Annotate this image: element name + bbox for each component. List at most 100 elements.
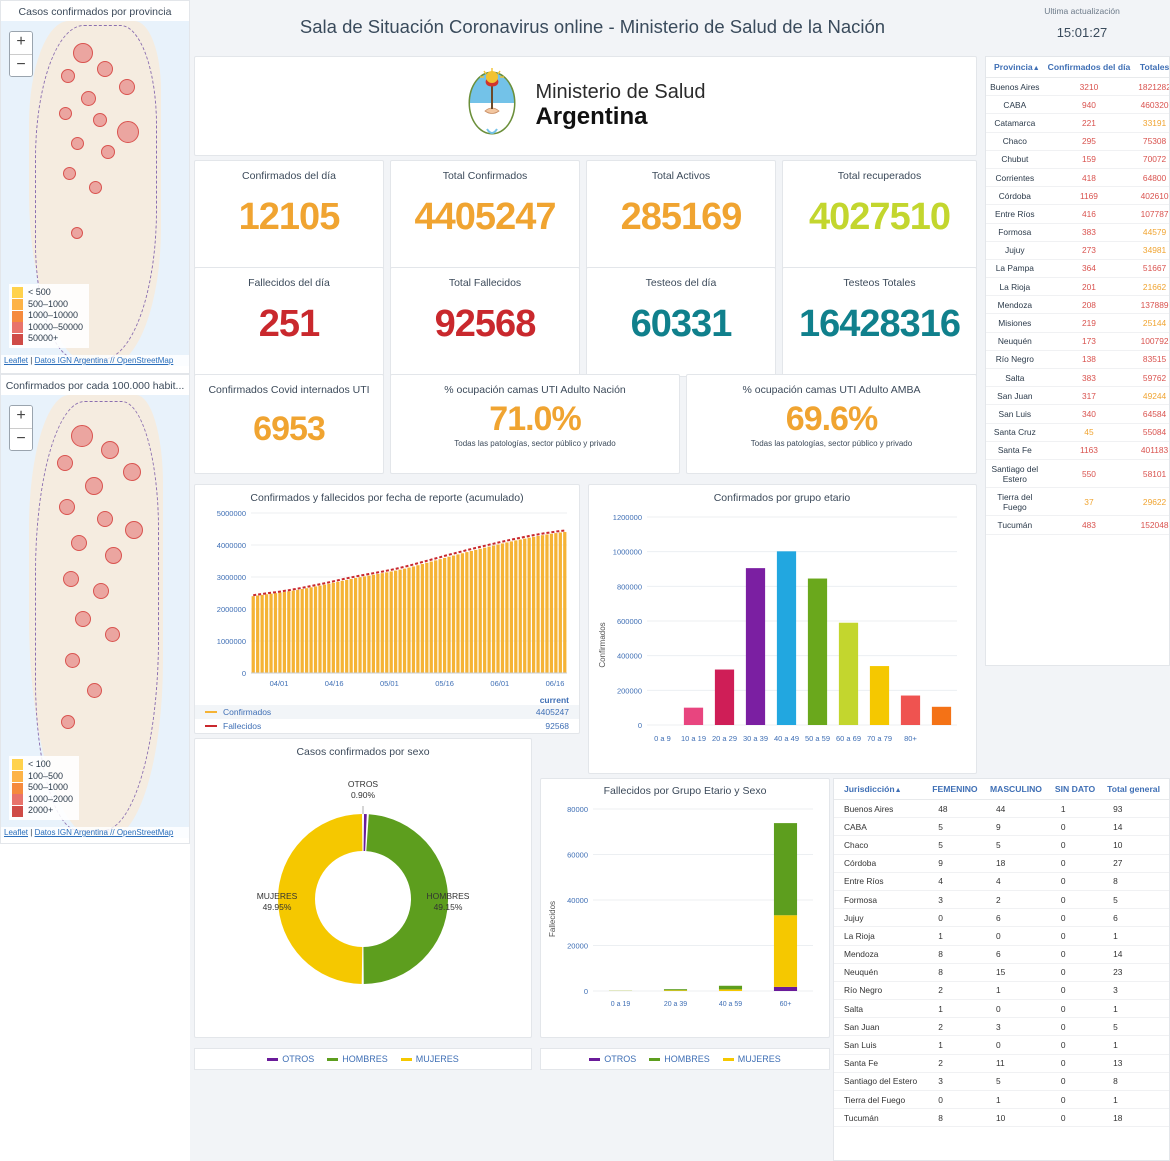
- map-zoom-out-1[interactable]: −: [10, 54, 32, 76]
- svg-text:1000000: 1000000: [613, 548, 642, 557]
- table-row[interactable]: San Luis34064584: [986, 405, 1170, 423]
- kpi-value: 4027510: [809, 196, 950, 239]
- map-canvas-1[interactable]: + − < 500 500–1000 1000–1: [1, 21, 189, 366]
- legend-item-otros[interactable]: OTROS: [589, 1054, 636, 1064]
- col-provincia[interactable]: Provincia▲: [986, 57, 1044, 78]
- table-row[interactable]: Río Negro2103: [834, 981, 1169, 999]
- cell-femenino: 2: [928, 981, 986, 999]
- legend-row-fallecidos[interactable]: Fallecidos 92568: [195, 719, 579, 733]
- table-row[interactable]: Santa Fe211013: [834, 1054, 1169, 1072]
- table-row[interactable]: Entre Ríos416107787: [986, 205, 1170, 223]
- map-zoom-in-2[interactable]: +: [10, 406, 32, 428]
- legend-item-mujeres[interactable]: MUJERES: [723, 1054, 781, 1064]
- legend-bar-sex-donut[interactable]: OTROS HOMBRES MUJERES: [194, 1048, 532, 1070]
- table-row[interactable]: Tierra del Fuego3729622: [986, 488, 1170, 516]
- legend-item-mujeres[interactable]: MUJERES: [401, 1054, 459, 1064]
- legend-label: 2000+: [28, 805, 53, 817]
- table-row[interactable]: Catamarca22133191: [986, 114, 1170, 132]
- table-row[interactable]: Mendoza86014: [834, 945, 1169, 963]
- chart-deaths-age-sex-svg[interactable]: Fallecidos por Grupo Etario y Sexo Falle…: [541, 779, 829, 1037]
- table-row[interactable]: CABA940460320: [986, 96, 1170, 114]
- table-row[interactable]: San Juan31749244: [986, 387, 1170, 405]
- cell-total: 55084: [1134, 423, 1170, 441]
- cell-femenino: 0: [928, 909, 986, 927]
- table-row[interactable]: La Rioja1001: [834, 927, 1169, 945]
- table-row[interactable]: Jujuy0606: [834, 909, 1169, 927]
- table-row[interactable]: Misiones21925144: [986, 314, 1170, 332]
- kpi-total-activos: Total Activos 285169: [586, 160, 776, 270]
- leaflet-link-1[interactable]: Leaflet: [4, 356, 28, 365]
- donut-slice-otros[interactable]: [364, 814, 367, 851]
- cell-jurisdiccion: Tierra del Fuego: [834, 1091, 928, 1109]
- table-row[interactable]: Neuquén815023: [834, 963, 1169, 981]
- table-row[interactable]: Salta1001: [834, 1000, 1169, 1018]
- map-data-link-1[interactable]: Datos IGN Argentina // OpenStreetMap: [35, 356, 174, 365]
- legend-row-confirmados[interactable]: Confirmados 4405247: [195, 705, 579, 719]
- table-row[interactable]: Santa Fe1163401183: [986, 441, 1170, 459]
- table-row[interactable]: Córdoba918027: [834, 854, 1169, 872]
- chart-sex-donut-svg[interactable]: Casos confirmados por sexo OTROS 0.90% H…: [195, 739, 531, 1037]
- table-row[interactable]: Chaco29575308: [986, 132, 1170, 150]
- cell-masculino: 11: [986, 1054, 1051, 1072]
- table-row[interactable]: San Luis1001: [834, 1036, 1169, 1054]
- col-totales[interactable]: Totales: [1134, 57, 1170, 78]
- cell-masculino: 5: [986, 1072, 1051, 1090]
- legend-item: < 500: [12, 287, 83, 299]
- province-table[interactable]: Provincia▲ Confirmados del día Totales B…: [985, 56, 1170, 666]
- legend-header: current: [195, 695, 579, 705]
- table-row[interactable]: Neuquén173100792: [986, 332, 1170, 350]
- cell-total: 1: [1103, 1091, 1169, 1109]
- cell-provincia: La Pampa: [986, 259, 1044, 277]
- cell-confirmados-dia: 1163: [1044, 441, 1135, 459]
- legend-item-hombres[interactable]: HOMBRES: [327, 1054, 388, 1064]
- table-row[interactable]: Córdoba1169402610: [986, 187, 1170, 205]
- map-panel-confirmed-by-province[interactable]: Casos confirmados por provincia + −: [0, 0, 190, 374]
- col-masculino[interactable]: MASCULINO: [986, 779, 1051, 800]
- table-row[interactable]: Tierra del Fuego0101: [834, 1091, 1169, 1109]
- table-row[interactable]: Chubut15970072: [986, 150, 1170, 168]
- kpi-total-fallecidos: Total Fallecidos 92568: [390, 267, 580, 377]
- table-row[interactable]: Santiago del Estero55058101: [986, 459, 1170, 487]
- table-row[interactable]: Corrientes41864800: [986, 168, 1170, 186]
- table-row[interactable]: Buenos Aires4844193: [834, 800, 1169, 818]
- table-row[interactable]: Río Negro13883515: [986, 350, 1170, 368]
- cell-jurisdiccion: Jujuy: [834, 909, 928, 927]
- legend-label: MUJERES: [416, 1054, 459, 1064]
- map-data-link-2[interactable]: Datos IGN Argentina // OpenStreetMap: [35, 828, 174, 837]
- col-sin-dato[interactable]: SIN DATO: [1051, 779, 1103, 800]
- table-row[interactable]: Tucumán483152048: [986, 516, 1170, 534]
- map-canvas-2[interactable]: + − < 100: [1, 395, 189, 838]
- table-row[interactable]: CABA59014: [834, 818, 1169, 836]
- map-zoom-out-2[interactable]: −: [10, 428, 32, 450]
- table-row[interactable]: La Pampa36451667: [986, 259, 1170, 277]
- table-row[interactable]: San Juan2305: [834, 1018, 1169, 1036]
- jurisdiction-table[interactable]: Jurisdicción▲ FEMENINO MASCULINO SIN DAT…: [833, 778, 1170, 1161]
- leaflet-link-2[interactable]: Leaflet: [4, 828, 28, 837]
- table-row[interactable]: Salta38359762: [986, 369, 1170, 387]
- table-row[interactable]: Buenos Aires32101821282: [986, 78, 1170, 96]
- col-confirmados-dia[interactable]: Confirmados del día: [1044, 57, 1135, 78]
- table-row[interactable]: Mendoza208137889: [986, 296, 1170, 314]
- map-zoom-controls-2[interactable]: + −: [9, 405, 33, 451]
- map-zoom-in-1[interactable]: +: [10, 32, 32, 54]
- cell-sin-dato: 0: [1051, 909, 1103, 927]
- legend-item-otros[interactable]: OTROS: [267, 1054, 314, 1064]
- table-row[interactable]: Formosa3205: [834, 890, 1169, 908]
- chart-age-groups-svg[interactable]: Confirmados por grupo etario Confirmados…: [589, 485, 976, 773]
- map-panel-confirmed-per-100k[interactable]: Confirmados por cada 100.000 habit... + …: [0, 374, 190, 844]
- col-femenino[interactable]: FEMENINO: [928, 779, 986, 800]
- table-row[interactable]: Chaco55010: [834, 836, 1169, 854]
- col-jurisdiccion[interactable]: Jurisdicción▲: [834, 779, 928, 800]
- cell-total: 8: [1103, 1072, 1169, 1090]
- table-row[interactable]: La Rioja20121662: [986, 278, 1170, 296]
- legend-item-hombres[interactable]: HOMBRES: [649, 1054, 710, 1064]
- table-row[interactable]: Santiago del Estero3508: [834, 1072, 1169, 1090]
- table-row[interactable]: Jujuy27334981: [986, 241, 1170, 259]
- legend-bar-deaths[interactable]: OTROS HOMBRES MUJERES: [540, 1048, 830, 1070]
- col-total-general[interactable]: Total general: [1103, 779, 1169, 800]
- table-row[interactable]: Formosa38344579: [986, 223, 1170, 241]
- table-row[interactable]: Tucumán810018: [834, 1109, 1169, 1127]
- table-row[interactable]: Santa Cruz4555084: [986, 423, 1170, 441]
- table-row[interactable]: Entre Ríos4408: [834, 872, 1169, 890]
- map-zoom-controls-1[interactable]: + −: [9, 31, 33, 77]
